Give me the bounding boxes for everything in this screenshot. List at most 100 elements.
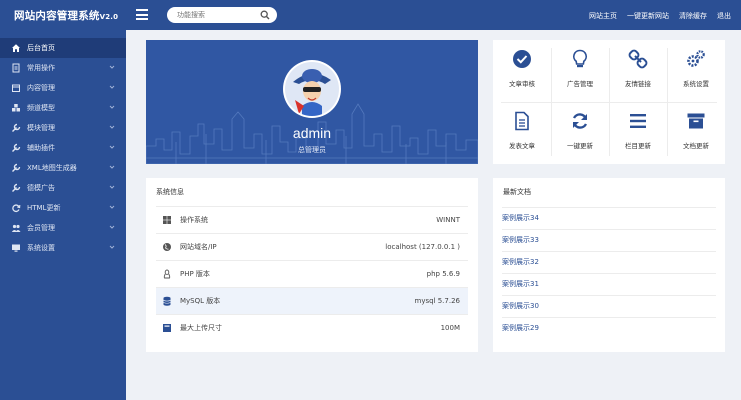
table-row: 网站域名/IP localhost (127.0.0.1 ) bbox=[156, 233, 468, 260]
sidebar-item-html-update[interactable]: HTML更新 bbox=[0, 198, 126, 218]
avatar-illustration bbox=[293, 69, 331, 116]
quick-label: 文档更新 bbox=[683, 142, 709, 150]
brand-version: V2.0 bbox=[99, 13, 119, 21]
search-box bbox=[167, 7, 277, 23]
quick-actions-panel: 文章审核 广告管理 友情链接 系统设置 发表文章 一键更新 栏目更新 文档更新 bbox=[493, 40, 725, 164]
table-row: 最大上传尺寸 100M bbox=[156, 314, 468, 341]
sidebar-item-label: XML地图生成器 bbox=[27, 164, 77, 172]
chevron-down-icon bbox=[109, 125, 115, 129]
lightbulb-icon bbox=[573, 49, 587, 68]
quick-publish-article[interactable]: 发表文章 bbox=[493, 102, 551, 164]
row-label: 最大上传尺寸 bbox=[180, 324, 222, 332]
quick-friend-links[interactable]: 友情链接 bbox=[609, 40, 667, 102]
search-icon[interactable] bbox=[260, 10, 270, 20]
sidebar-item-common[interactable]: 常用操作 bbox=[0, 58, 126, 78]
chevron-down-icon bbox=[109, 165, 115, 169]
quick-article-review[interactable]: 文章审核 bbox=[493, 40, 551, 102]
quick-label: 一键更新 bbox=[567, 142, 593, 150]
upload-icon bbox=[163, 324, 171, 332]
cubes-icon bbox=[12, 104, 20, 112]
home-icon bbox=[12, 44, 20, 52]
list-item[interactable]: 案例展示31 bbox=[502, 273, 716, 295]
avatar[interactable] bbox=[283, 60, 341, 118]
list-icon bbox=[630, 114, 646, 128]
users-icon bbox=[11, 224, 21, 232]
sidebar-item-plugins[interactable]: 辅助插件 bbox=[0, 138, 126, 158]
quick-label: 栏目更新 bbox=[625, 142, 651, 150]
sidebar-item-label: HTML更新 bbox=[27, 204, 61, 212]
table-row: MySQL 版本 mysql 5.7.26 bbox=[156, 287, 468, 314]
database-icon bbox=[163, 296, 171, 306]
table-row: PHP 版本 php 5.6.9 bbox=[156, 260, 468, 287]
wrench-icon bbox=[12, 123, 21, 132]
sidebar-item-label: 模块管理 bbox=[27, 124, 55, 132]
chevron-down-icon bbox=[109, 185, 115, 189]
row-label: MySQL 版本 bbox=[180, 297, 221, 305]
linux-icon bbox=[163, 269, 171, 279]
refresh-icon bbox=[12, 204, 21, 213]
quick-column-update[interactable]: 栏目更新 bbox=[609, 102, 667, 164]
list-item[interactable]: 案例展示30 bbox=[502, 295, 716, 317]
profile-name: admin bbox=[292, 125, 332, 141]
top-header: 网站内容管理系统V2.0 网站主页 一键更新网站 清除缓存 退出 bbox=[0, 0, 741, 30]
link-logout[interactable]: 退出 bbox=[717, 11, 731, 21]
list-item[interactable]: 案例展示33 bbox=[502, 229, 716, 251]
chevron-down-icon bbox=[109, 105, 115, 109]
sidebar-item-content[interactable]: 内容管理 bbox=[0, 78, 126, 98]
sidebar-item-xml-sitemap[interactable]: XML地图生成器 bbox=[0, 158, 126, 178]
list-item[interactable]: 案例展示32 bbox=[502, 251, 716, 273]
brand-title[interactable]: 网站内容管理系统V2.0 bbox=[14, 8, 118, 23]
quick-label: 系统设置 bbox=[683, 80, 709, 88]
quick-ad-management[interactable]: 广告管理 bbox=[551, 40, 609, 102]
sidebar-item-label: 会员管理 bbox=[27, 224, 55, 232]
row-label: 网站域名/IP bbox=[180, 243, 217, 251]
chevron-down-icon bbox=[109, 205, 115, 209]
table-row: 操作系统 WINNT bbox=[156, 206, 468, 233]
chevron-down-icon bbox=[109, 225, 115, 229]
sidebar: 后台首页 常用操作 内容管理 频道模型 模块管理 辅助插件 XML地图生成器 德… bbox=[0, 30, 126, 400]
quick-label: 发表文章 bbox=[509, 142, 535, 150]
profile-role: 总管理员 bbox=[298, 146, 326, 154]
windows-icon bbox=[163, 216, 171, 224]
sidebar-item-channel-model[interactable]: 频道模型 bbox=[0, 98, 126, 118]
chevron-down-icon bbox=[109, 65, 115, 69]
panel-title: 最新文档 bbox=[503, 188, 531, 196]
refresh-icon bbox=[572, 113, 588, 129]
sidebar-item-modules[interactable]: 模块管理 bbox=[0, 118, 126, 138]
quick-one-click-update[interactable]: 一键更新 bbox=[551, 102, 609, 164]
file-text-icon bbox=[515, 111, 529, 131]
list-item[interactable]: 案例展示34 bbox=[502, 207, 716, 229]
monitor-icon bbox=[12, 244, 20, 252]
row-value: php 5.6.9 bbox=[426, 270, 460, 278]
quick-system-settings[interactable]: 系统设置 bbox=[667, 40, 725, 102]
sidebar-item-members[interactable]: 会员管理 bbox=[0, 218, 126, 238]
row-value: WINNT bbox=[436, 216, 460, 224]
row-value: 100M bbox=[440, 324, 460, 332]
document-icon bbox=[12, 63, 20, 73]
chevron-down-icon bbox=[109, 145, 115, 149]
quick-label: 文章审核 bbox=[509, 80, 535, 88]
link-update-site[interactable]: 一键更新网站 bbox=[627, 11, 669, 21]
link-clear-cache[interactable]: 清除缓存 bbox=[679, 11, 707, 21]
system-info-panel: 系统信息 操作系统 WINNT 网站域名/IP localhost (127.0… bbox=[146, 178, 478, 352]
top-links: 网站主页 一键更新网站 清除缓存 退出 bbox=[589, 11, 731, 21]
sidebar-item-label: 后台首页 bbox=[27, 44, 55, 52]
wrench-icon bbox=[12, 163, 21, 172]
check-circle-icon bbox=[513, 50, 531, 68]
sidebar-item-settings[interactable]: 系统设置 bbox=[0, 238, 126, 258]
menu-toggle-icon[interactable] bbox=[136, 9, 148, 21]
link-site-home[interactable]: 网站主页 bbox=[589, 11, 617, 21]
sidebar-item-label: 内容管理 bbox=[27, 84, 55, 92]
row-label: PHP 版本 bbox=[180, 270, 210, 278]
row-value: mysql 5.7.26 bbox=[414, 297, 461, 305]
folder-icon bbox=[12, 84, 20, 92]
sidebar-item-home[interactable]: 后台首页 bbox=[0, 38, 126, 58]
chevron-down-icon bbox=[109, 85, 115, 89]
list-item[interactable]: 案例展示29 bbox=[502, 317, 716, 339]
brand-text: 网站内容管理系统 bbox=[14, 10, 100, 22]
search-input[interactable] bbox=[177, 9, 257, 21]
quick-label: 广告管理 bbox=[567, 80, 593, 88]
sidebar-item-ads[interactable]: 德模广告 bbox=[0, 178, 126, 198]
quick-document-update[interactable]: 文档更新 bbox=[667, 102, 725, 164]
panel-title: 系统信息 bbox=[156, 188, 184, 196]
